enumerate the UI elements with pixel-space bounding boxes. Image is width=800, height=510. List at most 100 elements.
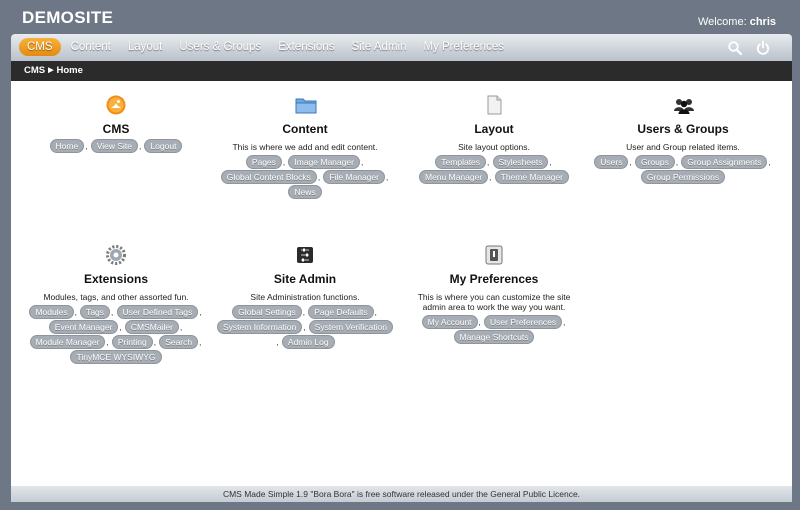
breadcrumb: CMS ▶ Home: [11, 61, 792, 81]
link-separator: ,: [276, 338, 279, 347]
welcome-label: Welcome:: [697, 16, 747, 28]
link-image-manager[interactable]: Image Manager: [288, 155, 360, 169]
link-separator: ,: [106, 338, 109, 347]
section-title[interactable]: Site Admin: [216, 272, 394, 286]
breadcrumb-home: Home: [56, 65, 83, 76]
link-separator: ,: [303, 323, 306, 332]
link-separator: ,: [199, 308, 202, 317]
preferences-icon[interactable]: [484, 245, 504, 265]
link-group-permissions[interactable]: Group Permissions: [640, 170, 726, 184]
nav-item-users-groups[interactable]: Users & Groups: [172, 38, 268, 56]
nav-icons: [716, 39, 772, 57]
link-templates[interactable]: Templates: [435, 155, 487, 169]
link-separator: ,: [74, 308, 77, 317]
section-title[interactable]: Layout: [405, 122, 583, 136]
link-separator: ,: [549, 158, 552, 167]
section-title[interactable]: Content: [216, 122, 394, 136]
link-modules[interactable]: Modules: [29, 305, 74, 319]
page-icon[interactable]: [484, 95, 504, 115]
breadcrumb-separator-icon: ▶: [48, 67, 54, 74]
link-news[interactable]: News: [288, 185, 322, 199]
link-groups[interactable]: Groups: [634, 155, 675, 169]
link-cmsmailer[interactable]: CMSMailer: [124, 320, 179, 334]
nav-item-extensions[interactable]: Extensions: [271, 38, 341, 56]
section-links: Home, View Site, Logout: [27, 139, 205, 154]
link-printing[interactable]: Printing: [111, 335, 153, 349]
power-icon[interactable]: [754, 39, 772, 57]
link-view-site[interactable]: View Site: [90, 139, 138, 153]
section-layout: Layout Site layout options. Templates, S…: [405, 95, 583, 185]
link-theme-manager[interactable]: Theme Manager: [494, 170, 569, 184]
link-admin-log[interactable]: Admin Log: [281, 335, 335, 349]
link-separator: ,: [374, 308, 377, 317]
nav-item-content[interactable]: Content: [64, 38, 118, 56]
link-separator: ,: [563, 318, 566, 327]
link-menu-manager[interactable]: Menu Manager: [418, 170, 489, 184]
section-links: My Account, User Preferences, Manage Sho…: [405, 315, 583, 345]
section-description: This is where you can customize the site…: [417, 292, 571, 312]
link-home[interactable]: Home: [49, 139, 85, 153]
link-module-manager[interactable]: Module Manager: [29, 335, 106, 349]
link-event-manager[interactable]: Event Manager: [48, 320, 119, 334]
footer: CMS Made Simple 1.9 "Bora Bora" is free …: [11, 486, 792, 502]
link-system-information[interactable]: System Information: [217, 320, 303, 334]
section-extensions: Extensions Modules, tags, and other asso…: [27, 245, 205, 365]
link-separator: ,: [111, 308, 114, 317]
users-icon[interactable]: [673, 95, 694, 115]
section-my-preferences: My Preferences This is where you can cus…: [405, 245, 583, 345]
search-icon[interactable]: [726, 39, 744, 57]
username[interactable]: chris: [750, 16, 776, 28]
section-links: Modules, Tags, User Defined Tags, Event …: [27, 305, 205, 365]
section-links: Users, Groups, Group Assignments, Group …: [594, 155, 772, 185]
section-title[interactable]: Extensions: [27, 272, 205, 286]
link-file-manager[interactable]: File Manager: [323, 170, 385, 184]
link-global-content-blocks[interactable]: Global Content Blocks: [220, 170, 317, 184]
welcome-text: Welcome: chris: [698, 16, 776, 28]
link-pages[interactable]: Pages: [245, 155, 282, 169]
link-system-verification[interactable]: System Verification: [308, 320, 393, 334]
link-user-defined-tags[interactable]: User Defined Tags: [116, 305, 199, 319]
section-description: User and Group related items.: [626, 142, 740, 152]
cms-logo-icon[interactable]: [106, 95, 126, 115]
site-title: DEMOSITE: [22, 8, 114, 27]
link-manage-shortcuts[interactable]: Manage Shortcuts: [453, 330, 535, 344]
link-separator: ,: [119, 323, 122, 332]
section-links: Templates, Stylesheets, Menu Manager, Th…: [405, 155, 583, 185]
link-user-preferences[interactable]: User Preferences: [484, 315, 563, 329]
link-tinymce-wysiwyg[interactable]: TinyMCE WYSIWYG: [70, 350, 162, 364]
section-description: Site Administration functions.: [250, 292, 360, 302]
nav-item-my-preferences[interactable]: My Preferences: [416, 38, 511, 56]
section-links: Pages, Image Manager, Global Content Blo…: [216, 155, 394, 200]
folder-icon[interactable]: [295, 95, 317, 115]
section-site-admin: Site Admin Site Administration functions…: [216, 245, 394, 350]
section-description: This is where we add and edit content.: [232, 142, 378, 152]
link-separator: ,: [478, 318, 481, 327]
nav-item-site-admin[interactable]: Site Admin: [344, 38, 413, 56]
link-separator: ,: [489, 173, 492, 182]
nav-item-cms[interactable]: CMS: [19, 38, 61, 56]
gear-icon[interactable]: [106, 245, 126, 265]
section-cms: CMS Home, View Site, Logout: [27, 95, 205, 154]
link-separator: ,: [85, 142, 88, 151]
section-title[interactable]: Users & Groups: [594, 122, 772, 136]
link-separator: ,: [138, 142, 142, 151]
link-separator: ,: [179, 323, 183, 332]
link-global-settings[interactable]: Global Settings: [232, 305, 302, 319]
link-separator: ,: [199, 338, 202, 347]
link-separator: ,: [487, 158, 490, 167]
link-my-account[interactable]: My Account: [421, 315, 478, 329]
link-page-defaults[interactable]: Page Defaults: [308, 305, 374, 319]
section-title[interactable]: My Preferences: [405, 272, 583, 286]
link-separator: ,: [768, 158, 771, 167]
link-logout[interactable]: Logout: [144, 139, 183, 153]
section-description: Site layout options.: [458, 142, 530, 152]
nav-item-layout[interactable]: Layout: [121, 38, 170, 56]
link-group-assignments[interactable]: Group Assignments: [681, 155, 768, 169]
section-title[interactable]: CMS: [27, 122, 205, 136]
link-search[interactable]: Search: [159, 335, 199, 349]
link-stylesheets[interactable]: Stylesheets: [492, 155, 549, 169]
sliders-icon[interactable]: [295, 245, 315, 265]
breadcrumb-cms[interactable]: CMS: [24, 65, 45, 76]
link-tags[interactable]: Tags: [80, 305, 111, 319]
link-users[interactable]: Users: [594, 155, 629, 169]
